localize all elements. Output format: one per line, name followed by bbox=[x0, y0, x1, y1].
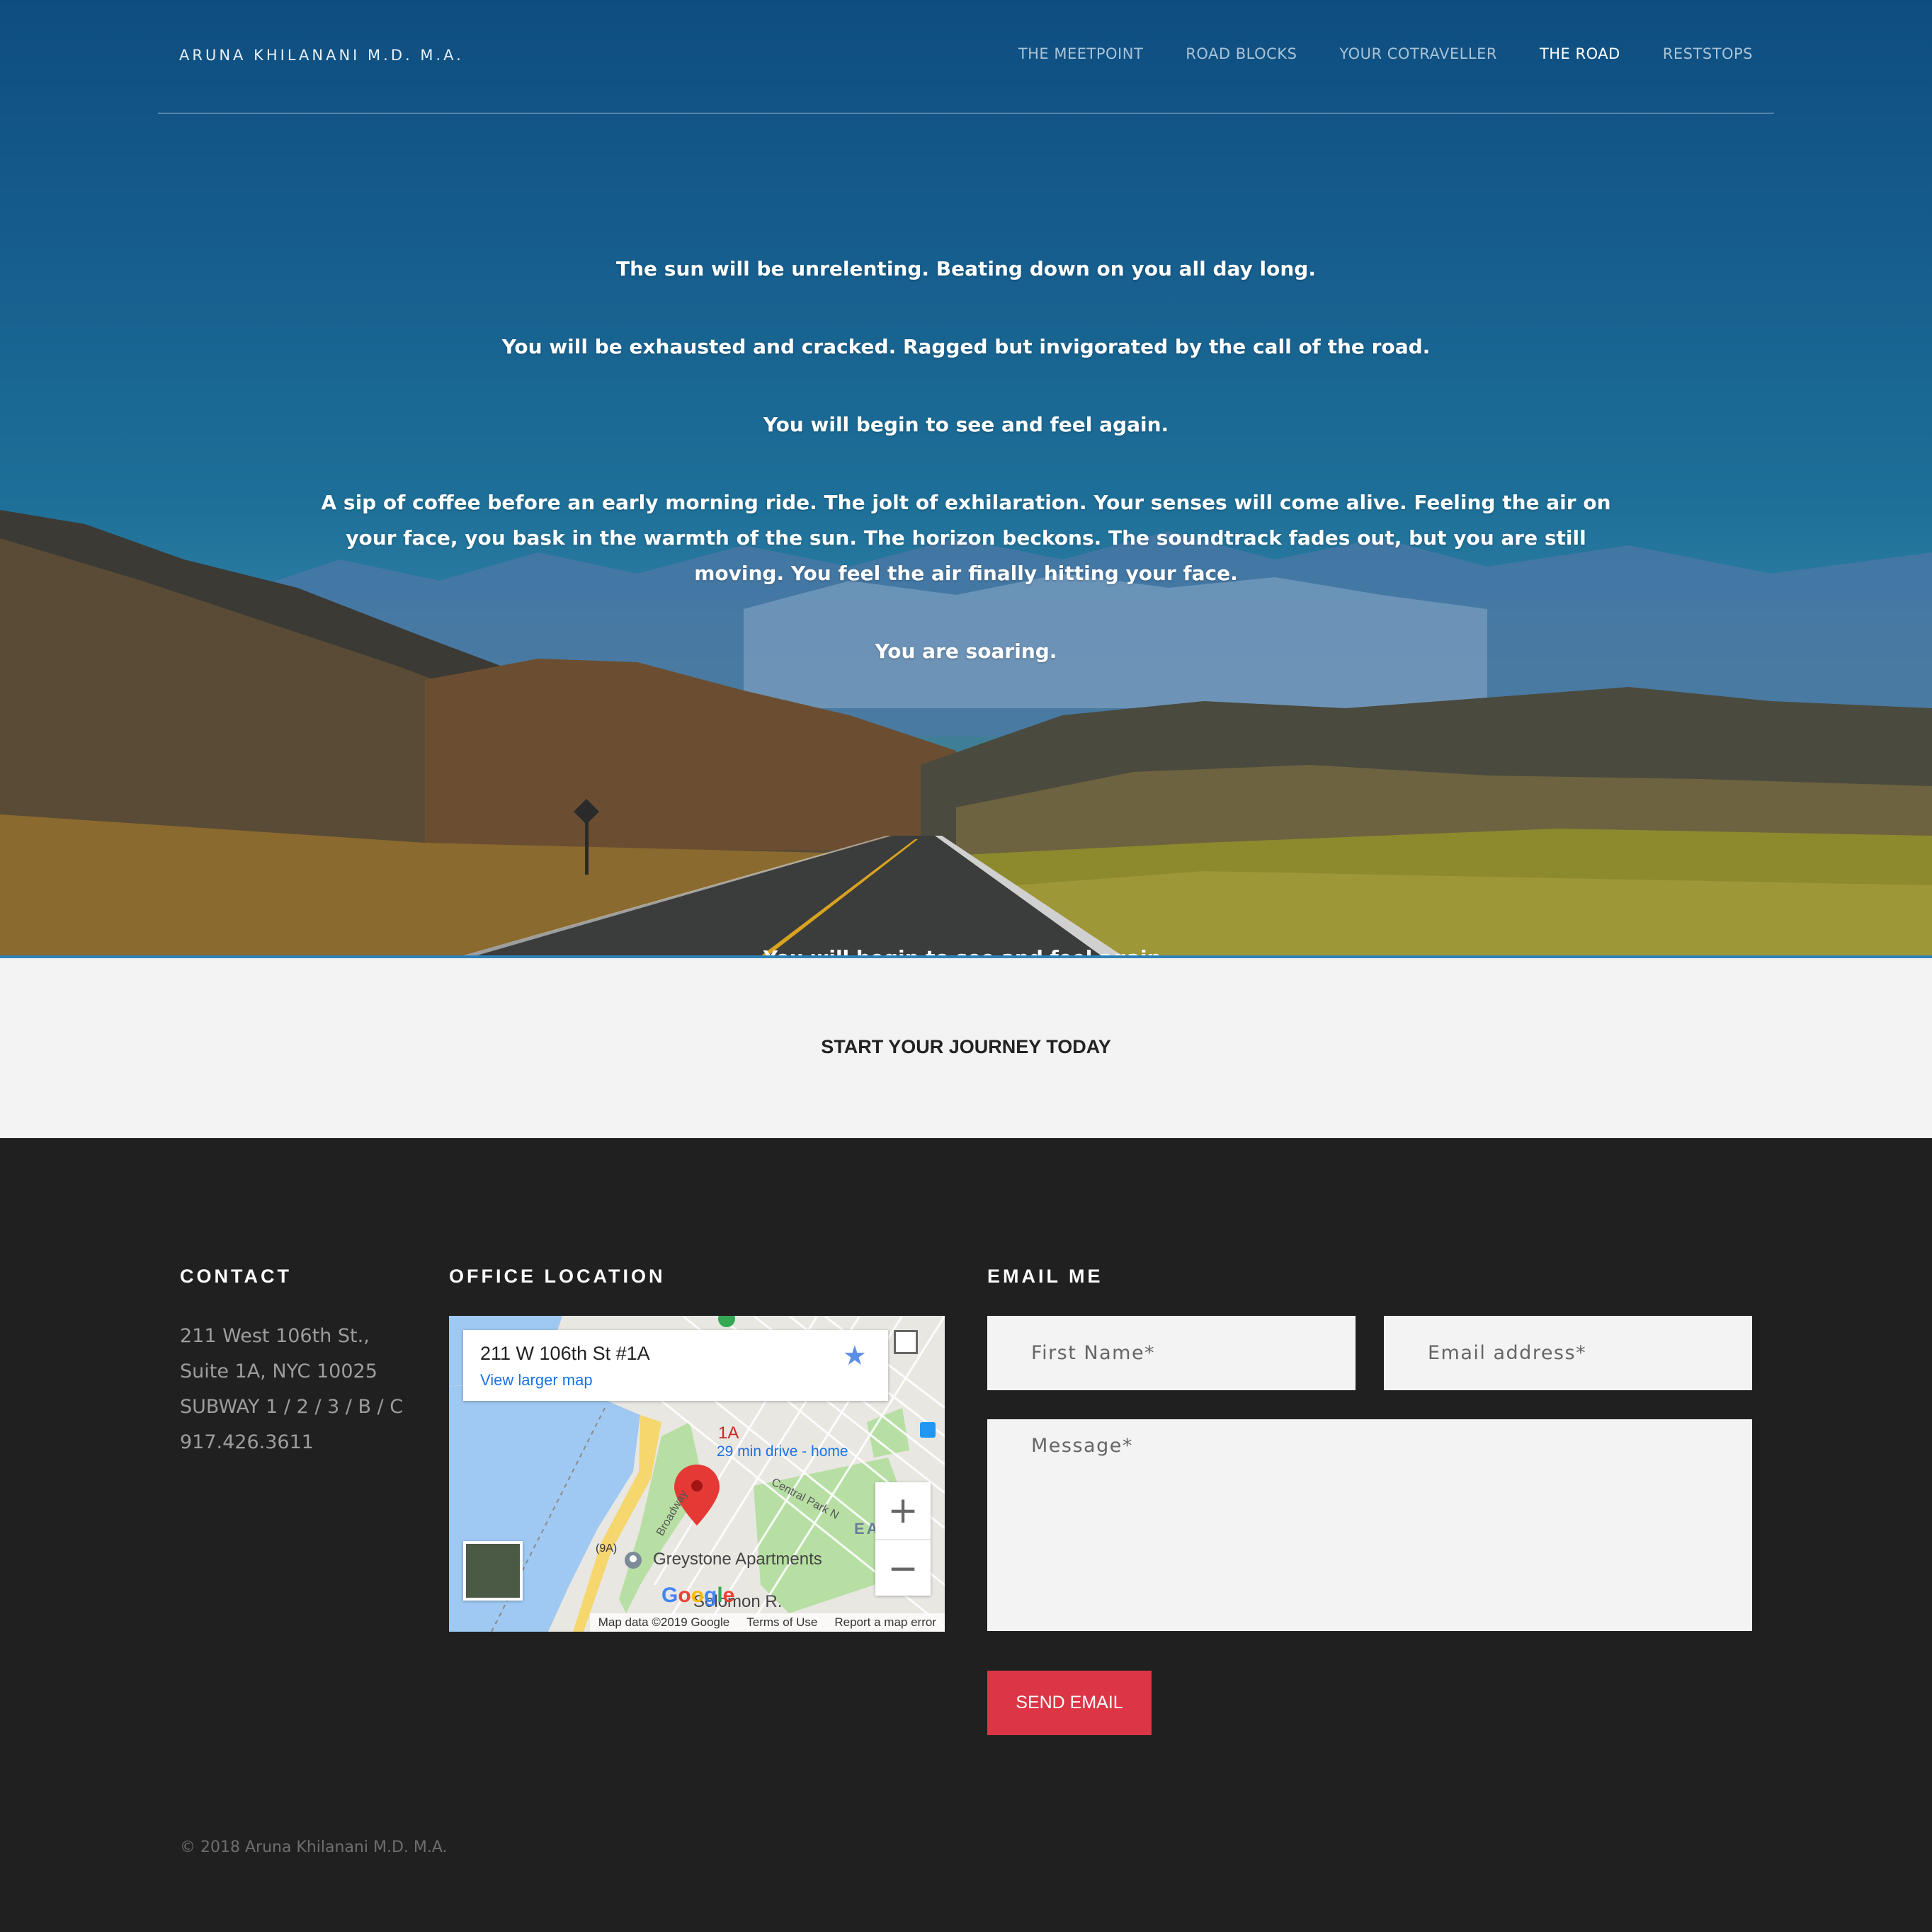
nav-item-road-blocks[interactable]: ROAD BLOCKS bbox=[1186, 45, 1297, 62]
map-zoom-control: + − bbox=[875, 1482, 931, 1596]
top-navigation: ARUNA KHILANANI M.D. M.A. THE MEETPOINT … bbox=[158, 0, 1774, 114]
map-place-label[interactable]: Greystone Apartments bbox=[653, 1550, 822, 1569]
first-name-field[interactable] bbox=[987, 1316, 1356, 1390]
contact-heading: CONTACT bbox=[180, 1266, 292, 1287]
contact-phone[interactable]: 917.426.3611 bbox=[180, 1425, 403, 1460]
message-field[interactable] bbox=[987, 1419, 1752, 1631]
terms-of-use-link[interactable]: Terms of Use bbox=[746, 1613, 817, 1632]
fullscreen-icon[interactable] bbox=[894, 1330, 918, 1354]
zoom-in-button[interactable]: + bbox=[875, 1482, 931, 1539]
contact-line: 211 West 106th St., bbox=[180, 1325, 370, 1347]
hero-paragraph: You are soaring. bbox=[875, 640, 1057, 663]
cta-title[interactable]: START YOUR JOURNEY TODAY bbox=[0, 1036, 1932, 1058]
hero-paragraph: A sip of coffee before an early morning … bbox=[321, 491, 1611, 585]
send-email-button[interactable]: SEND EMAIL bbox=[987, 1671, 1152, 1735]
cta-band: START YOUR JOURNEY TODAY bbox=[0, 958, 1932, 1138]
google-logo: Google bbox=[661, 1584, 735, 1607]
hero-section: ARUNA KHILANANI M.D. M.A. THE MEETPOINT … bbox=[0, 0, 1932, 958]
svg-text:(9A): (9A) bbox=[596, 1542, 617, 1555]
save-star-icon[interactable]: ★ bbox=[843, 1340, 867, 1372]
map-address: 211 W 106th St #1A bbox=[480, 1343, 650, 1364]
hero-paragraph: You will be exhausted and cracked. Ragge… bbox=[501, 335, 1431, 358]
contact-line: SUBWAY 1 / 2 / 3 / B / C bbox=[180, 1396, 404, 1418]
site-brand[interactable]: ARUNA KHILANANI M.D. M.A. bbox=[179, 47, 464, 64]
copyright: © 2018 Aruna Khilanani M.D. M.A. bbox=[180, 1839, 448, 1856]
zoom-out-button[interactable]: − bbox=[875, 1540, 931, 1597]
office-map[interactable]: (9A) 1A 29 min drive - home Greystone Ap… bbox=[449, 1316, 945, 1632]
map-info-card: 211 W 106th St #1A View larger map ★ bbox=[463, 1330, 888, 1401]
email-address-field[interactable] bbox=[1384, 1316, 1752, 1390]
hero-text: The sun will be unrelenting. Beating dow… bbox=[319, 251, 1613, 712]
nav-item-the-meetpoint[interactable]: THE MEETPOINT bbox=[1018, 45, 1143, 62]
nav-item-your-cotraveller[interactable]: YOUR COTRAVELLER bbox=[1339, 45, 1497, 62]
nav-item-the-road[interactable]: THE ROAD bbox=[1540, 45, 1620, 62]
contact-details: 211 West 106th St., Suite 1A, NYC 10025 … bbox=[180, 1319, 403, 1460]
view-larger-map-link[interactable]: View larger map bbox=[480, 1371, 593, 1390]
hero-paragraph: The sun will be unrelenting. Beating dow… bbox=[616, 257, 1316, 280]
email-me-heading: EMAIL ME bbox=[987, 1266, 1103, 1287]
satellite-toggle[interactable] bbox=[463, 1541, 523, 1601]
hero-overflow-text: You will begin to see and feel again. bbox=[763, 946, 1169, 958]
office-location-heading: OFFICE LOCATION bbox=[449, 1266, 666, 1287]
map-data-credit: Map data ©2019 Google bbox=[598, 1615, 730, 1629]
contact-line: Suite 1A, NYC 10025 bbox=[180, 1360, 377, 1382]
map-attribution: Map data ©2019 Google Terms of Use Repor… bbox=[589, 1613, 945, 1632]
report-map-error-link[interactable]: Report a map error bbox=[834, 1613, 936, 1632]
nav-item-reststops[interactable]: RESTSTOPS bbox=[1663, 45, 1753, 62]
nav-menu: THE MEETPOINT ROAD BLOCKS YOUR COTRAVELL… bbox=[1018, 45, 1753, 62]
hero-paragraph: You will begin to see and feel again. bbox=[763, 413, 1169, 436]
map-drive-time[interactable]: 29 min drive - home bbox=[717, 1443, 848, 1460]
map-pin-label: 1A bbox=[718, 1424, 739, 1443]
